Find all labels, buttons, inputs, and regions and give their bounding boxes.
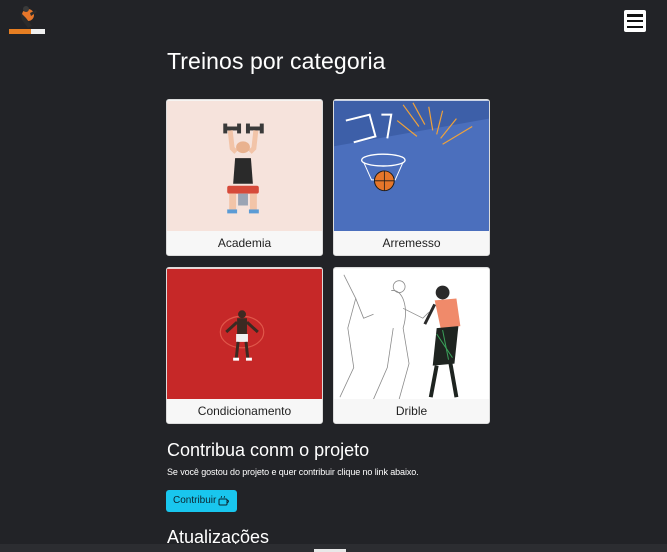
dribbling-players-illustration <box>334 268 489 400</box>
contribute-heading: Contribua conm o projeto <box>167 440 370 460</box>
basketball-player-logo-icon[interactable] <box>6 4 48 36</box>
category-label: Drible <box>334 399 489 423</box>
jump-rope-illustration <box>167 268 322 400</box>
category-label: Academia <box>167 231 322 255</box>
category-label: Arremesso <box>334 231 489 255</box>
category-label: Condicionamento <box>167 399 322 423</box>
contribute-description: Se você gostou do projeto e quer contrib… <box>167 467 419 477</box>
category-card-academia[interactable]: Academia <box>166 99 323 256</box>
contribute-button[interactable]: Contribuir <box>166 490 238 512</box>
menu-bar-icon <box>627 14 643 17</box>
basketball-hoop-illustration <box>334 100 489 232</box>
coffee-cup-icon <box>218 495 230 505</box>
category-card-condicionamento[interactable]: Condicionamento <box>166 267 323 424</box>
category-card-drible[interactable]: Drible <box>333 267 490 424</box>
contribute-button-label: Contribuir <box>173 495 217 506</box>
top-navbar <box>0 0 667 45</box>
menu-bar-icon <box>627 19 643 23</box>
weightlifting-illustration <box>167 100 322 232</box>
category-card-arremesso[interactable]: Arremesso <box>333 99 490 256</box>
bottom-bar <box>0 544 667 552</box>
hamburger-menu-button[interactable] <box>624 10 646 32</box>
page-title: Treinos por categoria <box>167 48 386 74</box>
menu-bar-icon <box>627 25 643 28</box>
